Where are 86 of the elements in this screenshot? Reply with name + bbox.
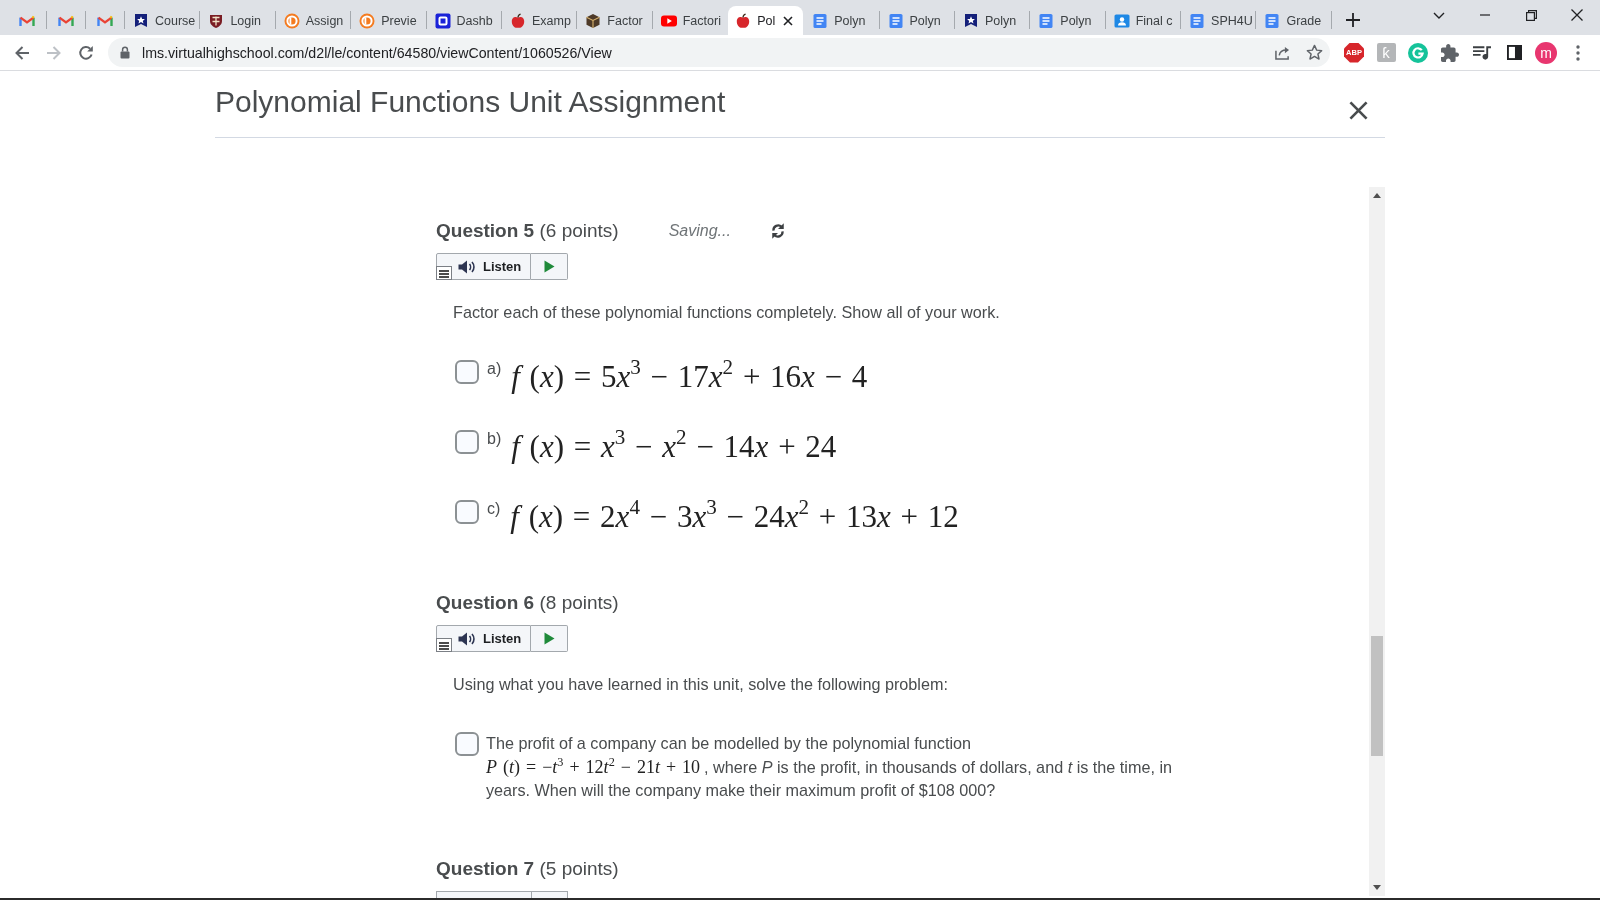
playlist-icon[interactable] [1473,45,1491,60]
close-icon[interactable] [783,15,794,26]
sync-icon [770,222,785,240]
lock-icon [120,46,130,59]
mail-icon [58,14,74,27]
scrollbar[interactable] [1369,187,1385,896]
browser-tab[interactable]: Examp [501,6,577,35]
shield-star-icon [133,12,149,29]
listen-button[interactable]: Listen [436,625,531,652]
item-label: c) [487,499,501,519]
scrollbar-thumb[interactable] [1371,636,1383,756]
address-bar[interactable]: lms.virtualhighschool.com/d2l/le/content/64580/viewContent/1060526/View [108,38,1330,67]
document-icon [887,12,904,29]
question-heading: Question 6 (8 points) [436,591,619,615]
mail-icon [19,14,35,27]
question-text: Using what you have learned in this unit, solve the following problem: [453,674,948,695]
question-text: The profit of a company can be modelled by the polynomial function P (t) = −t$^{3}$ + 12t$^{2}$ − 21t + 10 , where P is the profit, in thousands of dollars, and t is the time, in years. When will the company make their maximum profit of $108 000? [486,733,1173,801]
play-icon[interactable] [543,260,555,273]
video-play-icon [660,14,677,27]
browser-tab[interactable]: Assign [275,6,351,35]
restore-icon[interactable] [1525,9,1537,21]
kebab-menu-icon[interactable] [1576,44,1580,61]
checkbox[interactable] [455,360,479,384]
side-panel-icon[interactable] [1506,45,1522,60]
play-button[interactable] [531,253,568,280]
checkbox[interactable] [455,430,479,454]
person-card-icon [1113,12,1130,29]
profile-avatar[interactable]: m [1535,41,1557,64]
browser-tab[interactable]: Polyn [879,6,954,35]
circle-logo-icon [359,12,376,29]
browser-tab[interactable]: Previe [351,6,426,35]
browser-tab[interactable]: Polyn [1030,6,1105,35]
math-formula: f (x) = 5x$^{3}$ − 17x$^{2}$ + 16x − 4 [511,357,868,396]
browser-tab[interactable]: Final c [1105,6,1181,35]
speaker-icon [458,259,476,274]
question-heading: Question 5 (6 points) [436,219,619,243]
browser-tab[interactable]: Course [125,6,200,35]
crest-icon [208,12,225,29]
browser-tab[interactable]: SPH4U [1181,6,1256,35]
reload-icon[interactable] [78,44,94,61]
back-icon[interactable] [14,44,30,61]
document-icon [812,12,829,29]
close-icon[interactable] [1571,9,1583,21]
question-heading: Question 7 (5 points) [436,856,619,881]
browser-tab[interactable]: Login [200,6,275,35]
document-icon [1038,12,1055,29]
browser-tab[interactable]: Pol [728,6,804,35]
document-icon [1264,12,1281,29]
new-tab-icon[interactable] [1345,13,1360,27]
item-label: a) [487,359,502,379]
close-icon[interactable] [1349,101,1368,120]
browser-tab[interactable]: Dashb [426,6,501,35]
listen-button[interactable]: Listen [436,253,531,280]
chevron-down-icon[interactable] [1433,11,1445,19]
share-icon[interactable] [1273,45,1291,60]
scroll-up-icon[interactable] [1373,193,1381,198]
item-label: b) [487,429,502,449]
browser-tab[interactable]: Factori [652,6,728,35]
circle-logo-icon [283,12,300,29]
star-icon[interactable] [1305,44,1323,61]
menu-icon[interactable] [436,638,452,652]
document-icon [1189,12,1206,29]
speaker-icon [458,631,476,646]
browser-tab[interactable]: Factor [577,6,652,35]
saving-status: Saving... [668,222,731,240]
mail-icon [97,14,113,27]
browser-tab[interactable]: Grade [1256,6,1331,35]
menu-icon[interactable] [436,266,452,280]
puzzle-icon[interactable] [1441,43,1459,62]
apple-icon [509,12,526,29]
math-formula: f (x) = 2x$^{4}$ − 3x$^{3}$ − 24x$^{2}$ + 13x + 12 [510,497,959,536]
url-text: lms.virtualhighschool.com/d2l/le/content/64580/viewContent/1060526/View [142,44,612,61]
checkbox[interactable] [455,732,479,756]
browser-tab[interactable]: Polyn [954,6,1030,35]
apple-icon [735,12,752,29]
shield-star-icon [962,12,979,29]
play-button[interactable] [531,625,568,652]
question-text: Factor each of these polynomial functions completely. Show all of your work. [453,302,1000,323]
cube-icon [585,12,602,29]
play-icon[interactable] [543,632,555,645]
page-title: Polynomial Functions Unit Assignment [215,85,726,119]
square-logo-icon [434,12,451,29]
math-formula: f (x) = x$^{3}$ − x$^{2}$ − 14x + 24 [511,427,837,466]
scroll-down-icon[interactable] [1373,885,1381,890]
checkbox[interactable] [455,500,479,524]
browser-tab[interactable]: Polyn [804,6,879,35]
